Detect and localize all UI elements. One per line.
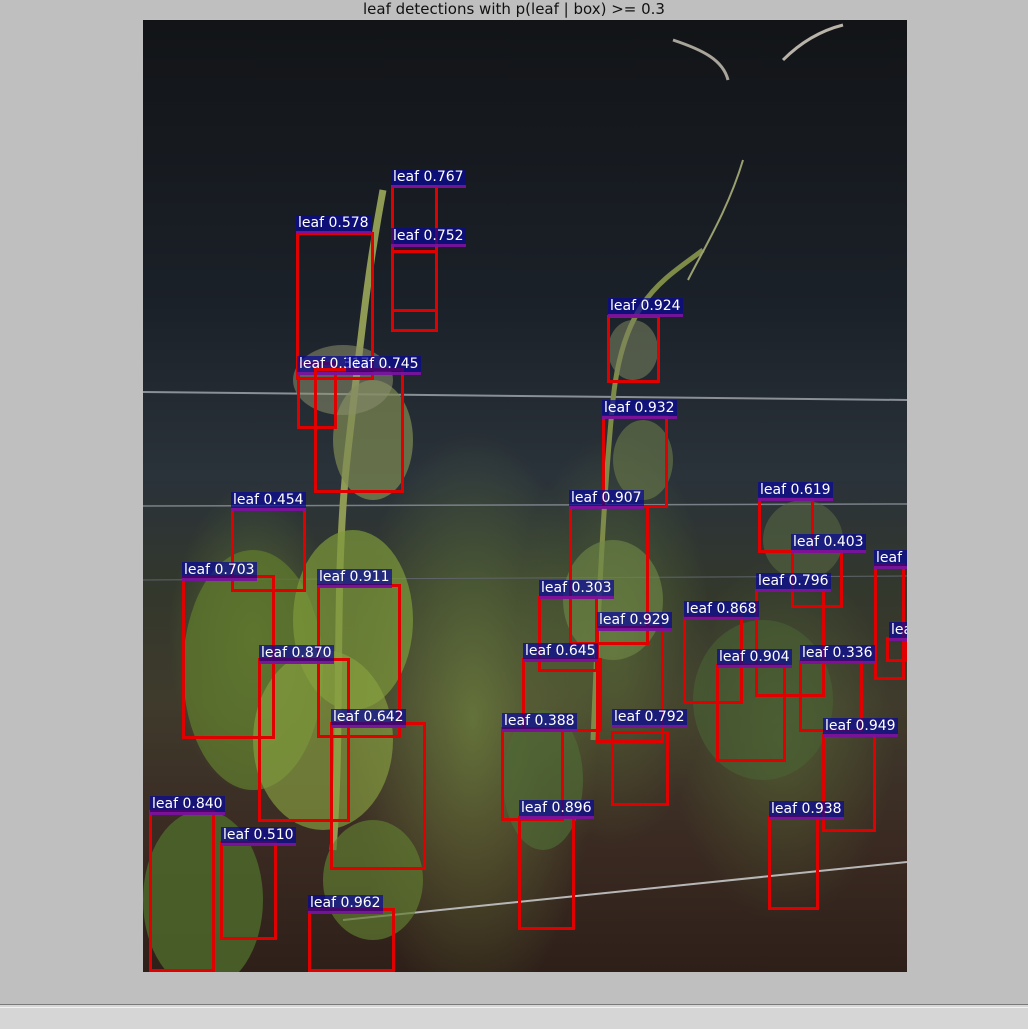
- detection-label: leaf 0.403: [791, 534, 866, 553]
- detection-label: leaf 0.642: [331, 709, 406, 728]
- status-bar: [0, 1004, 1028, 1029]
- bounding-box: [716, 664, 786, 762]
- detection-label: leaf 0.938: [769, 801, 844, 820]
- bounding-box: [149, 810, 215, 972]
- trellis-wire: [143, 391, 907, 401]
- detection-label: leaf 0.924: [608, 298, 683, 317]
- tendril: [781, 23, 844, 62]
- detection-label: leaf 0.868: [684, 601, 759, 620]
- detection-label: leaf 0.578: [296, 215, 371, 234]
- detection-label: leaf 0.767: [391, 169, 466, 188]
- tendril: [672, 38, 730, 81]
- detection-label: leaf 0.510: [221, 827, 296, 846]
- bounding-box: [768, 815, 819, 910]
- detection-label: leaf 0.454: [231, 492, 306, 511]
- detection-label: leaf 0.896: [519, 800, 594, 819]
- plot-title: leaf detections with p(leaf | box) >= 0.…: [363, 0, 665, 18]
- detection-label: leaf 0.303: [539, 580, 614, 599]
- detection-label: leaf 0.388: [502, 713, 577, 732]
- detection-label: leaf 0.560: [874, 550, 907, 569]
- drip-line: [342, 861, 907, 921]
- bounding-box: [391, 250, 438, 332]
- detection-label: leaf 0.619: [758, 482, 833, 501]
- detection-label: leaf 0.907: [569, 490, 644, 509]
- detection-label: leaf 0.796: [756, 573, 831, 592]
- detection-label: leaf 0.840: [150, 796, 225, 815]
- bounding-box: [314, 368, 404, 493]
- detection-label: leaf 0.752: [391, 228, 466, 247]
- vineyard-photo: leaf 0.767 leaf 0.578 leaf 0.752 leaf 0.924…: [143, 20, 907, 972]
- detection-label: leaf 0.703: [182, 562, 257, 581]
- bounding-box: [308, 908, 395, 972]
- bounding-box: [611, 731, 669, 806]
- detection-label: leaf 0.949: [823, 718, 898, 737]
- detection-label: leaf 0.645: [523, 643, 598, 662]
- detection-label: leaf 0.792: [612, 709, 687, 728]
- bounding-box: [518, 816, 575, 930]
- detection-label: leaf 0.870: [259, 645, 334, 664]
- detection-label: leaf 0.745: [346, 356, 421, 375]
- detection-label: leaf 0.904: [717, 649, 792, 668]
- detection-label: leaf 0.932: [602, 400, 677, 419]
- bounding-box: [330, 722, 426, 870]
- detection-label: leaf 0.962: [308, 895, 383, 914]
- tendril: [687, 159, 744, 281]
- detection-label: leaf 0.330: [889, 622, 907, 641]
- detection-label: leaf 0.911: [317, 569, 392, 588]
- bounding-box: [607, 315, 660, 383]
- bounding-box: [220, 841, 277, 940]
- detection-label: leaf 0.929: [597, 612, 672, 631]
- detection-label: leaf 0.336: [800, 645, 875, 664]
